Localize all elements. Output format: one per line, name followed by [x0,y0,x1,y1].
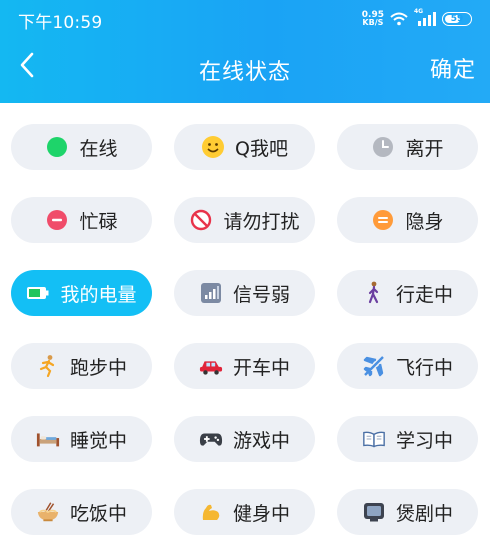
status-option[interactable]: 煲剧中 [337,489,478,535]
status-label: Q我吧 [235,137,288,160]
status-label: 游戏中 [232,429,290,452]
status-option[interactable]: 学习中 [337,416,478,462]
status-label: 忙碌 [79,210,118,233]
status-label: 飞行中 [395,356,453,379]
net-speed-unit: KB/S [362,18,384,27]
equals-circle-icon [371,208,395,232]
status-label: 我的电量 [60,283,137,306]
status-label: 跑步中 [69,356,127,379]
status-option[interactable]: 睡觉中 [11,416,152,462]
status-label: 开车中 [232,356,290,379]
status-label: 信号弱 [232,283,290,306]
television-icon [362,500,386,524]
status-option[interactable]: 开车中 [174,343,315,389]
status-option[interactable]: 信号弱 [174,270,315,316]
signal-bars-icon [199,281,223,305]
status-label: 在线 [79,137,118,160]
status-option[interactable]: 请勿打扰 [174,197,315,243]
cell-signal-icon: 4G [414,8,436,27]
status-label: 请勿打扰 [223,210,300,233]
status-option[interactable]: 隐身 [337,197,478,243]
airplane-icon [362,354,386,378]
battery-level: 59 [450,14,464,24]
status-label: 睡觉中 [69,429,127,452]
status-option[interactable]: 游戏中 [174,416,315,462]
flexed-bicep-icon [199,500,223,524]
walking-person-icon [362,281,386,305]
status-option[interactable]: 吃饭中 [11,489,152,535]
status-option[interactable]: 健身中 [174,489,315,535]
car-icon [199,354,223,378]
status-option[interactable]: 行走中 [337,270,478,316]
green-dot-icon [45,135,69,159]
status-bar: 下午10:59 0.95 KB/S 4G 59 [0,0,490,36]
net-speed: 0.95 KB/S [362,11,384,27]
status-label: 离开 [405,137,444,160]
status-label: 隐身 [405,210,444,233]
status-time: 下午10:59 [18,13,103,33]
status-label: 学习中 [395,429,453,452]
status-option[interactable]: 忙碌 [11,197,152,243]
open-book-icon [362,427,386,451]
status-label: 健身中 [232,502,290,525]
confirm-button[interactable]: 确定 [430,52,476,84]
header: 下午10:59 0.95 KB/S 4G 59 在线状态 确定 [0,0,490,103]
nav-bar: 在线状态 确定 [0,36,490,100]
status-option[interactable]: 跑步中 [11,343,152,389]
status-label: 煲剧中 [395,502,453,525]
smiley-icon [201,135,225,159]
clock-icon [371,135,395,159]
status-option[interactable]: 在线 [11,124,152,170]
page-title: 在线状态 [198,60,291,85]
status-option[interactable]: 我的电量 [11,270,152,316]
status-label: 吃饭中 [69,502,127,525]
bed-icon [36,427,60,451]
wifi-icon [390,12,408,26]
battery-icon [26,281,50,305]
status-option[interactable]: 离开 [337,124,478,170]
status-option[interactable]: 飞行中 [337,343,478,389]
gamepad-icon [199,427,223,451]
status-label: 行走中 [395,283,453,306]
noodle-bowl-icon [36,500,60,524]
running-person-icon [36,354,60,378]
minus-circle-icon [45,208,69,232]
signal-gen: 4G [414,8,424,15]
battery-indicator: 59 [442,12,472,26]
no-entry-icon [189,208,213,232]
status-icons: 0.95 KB/S 4G 59 [362,8,472,29]
status-option[interactable]: Q我吧 [174,124,315,170]
